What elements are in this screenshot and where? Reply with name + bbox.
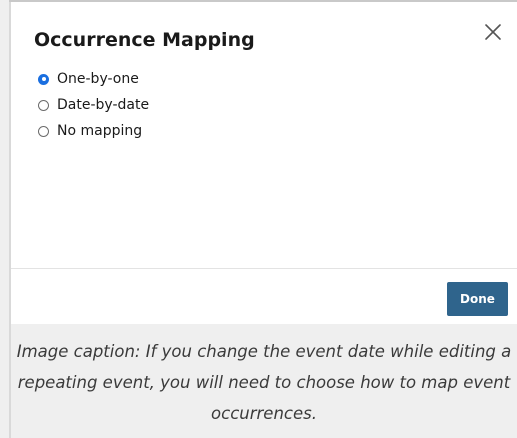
option-label-no-mapping: No mapping xyxy=(57,123,143,139)
option-no-mapping[interactable]: No mapping xyxy=(38,118,149,144)
close-button[interactable] xyxy=(481,20,505,44)
close-icon xyxy=(485,24,501,40)
option-label-date-by-date: Date-by-date xyxy=(57,97,150,113)
radio-no-mapping[interactable] xyxy=(38,125,49,137)
screenshot-frame: Occurrence Mapping One-by-one Date-by-da… xyxy=(0,0,517,438)
option-date-by-date[interactable]: Date-by-date xyxy=(38,92,149,118)
occurrence-mapping-dialog: Occurrence Mapping One-by-one Date-by-da… xyxy=(11,2,517,324)
dialog-title: Occurrence Mapping xyxy=(34,29,255,51)
option-label-one-by-one: One-by-one xyxy=(57,71,139,87)
image-caption: Image caption: If you change the event d… xyxy=(16,342,512,423)
footer-divider xyxy=(11,268,517,269)
mapping-options: One-by-one Date-by-date No mapping xyxy=(38,66,149,144)
radio-date-by-date[interactable] xyxy=(38,99,49,111)
done-button[interactable]: Done xyxy=(447,282,508,316)
radio-one-by-one[interactable] xyxy=(38,73,49,85)
option-one-by-one[interactable]: One-by-one xyxy=(38,66,149,92)
